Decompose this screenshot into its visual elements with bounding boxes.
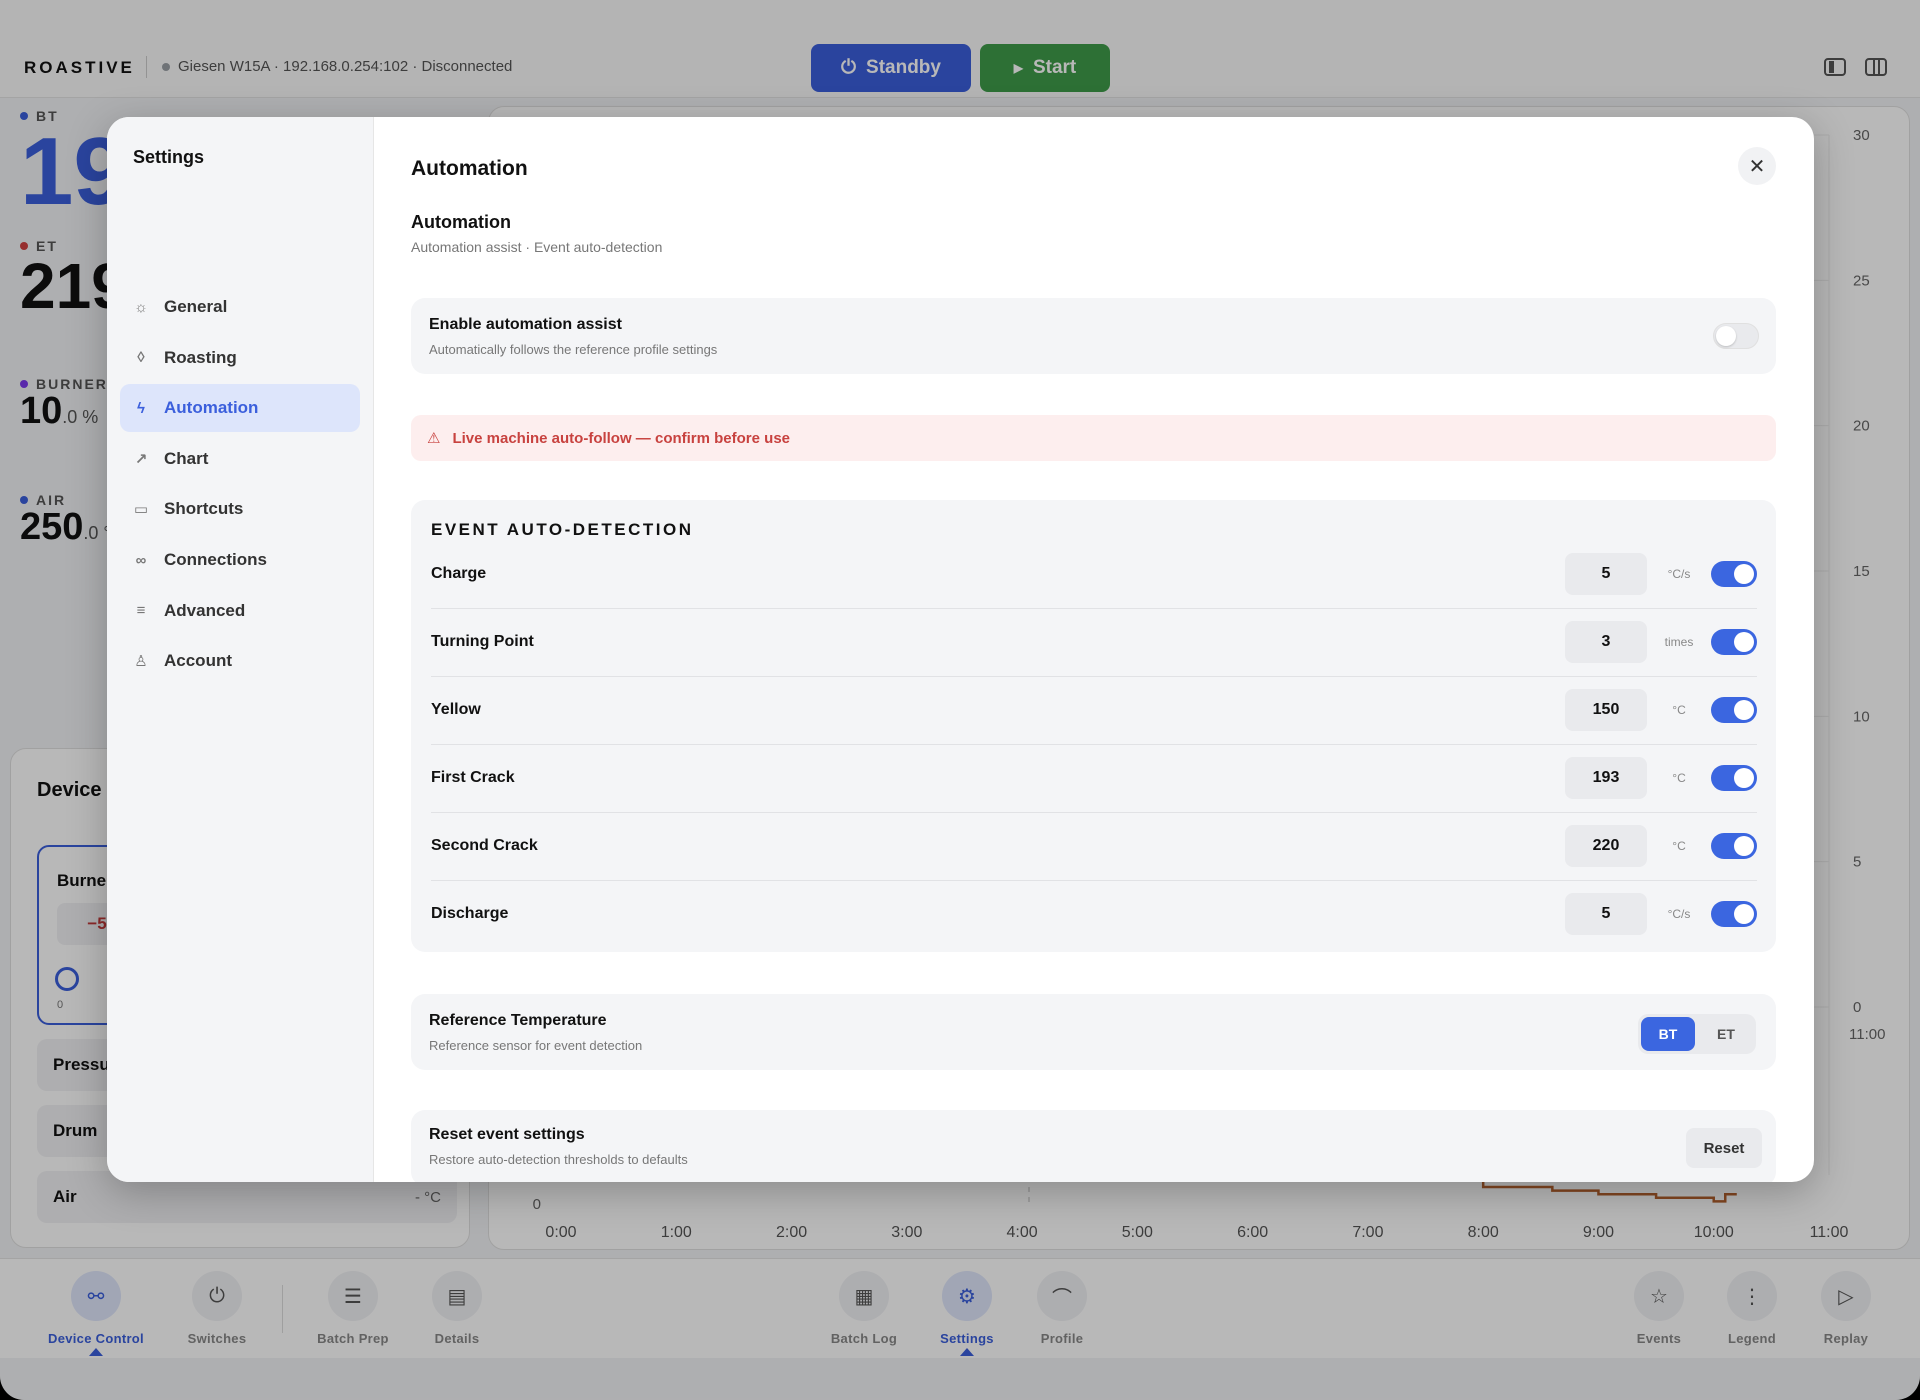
sliders-icon: ≡ — [136, 602, 146, 620]
warning-icon: ⚠ — [427, 430, 441, 447]
page-title: Automation — [411, 157, 528, 180]
event-label: Yellow — [431, 701, 481, 718]
event-row-turning-point: Turning Point times — [431, 609, 1757, 677]
warning-text: Live machine auto-follow — confirm befor… — [452, 429, 791, 447]
event-enable-toggle[interactable] — [1711, 697, 1757, 723]
event-threshold-input[interactable] — [1565, 757, 1647, 799]
event-unit: °C — [1672, 771, 1686, 785]
reference-bt-option[interactable]: BT — [1641, 1017, 1695, 1051]
event-unit: °C/s — [1667, 907, 1691, 921]
event-row-yellow: Yellow °C — [431, 677, 1757, 745]
event-label: Charge — [431, 565, 487, 582]
reference-title: Reference Temperature — [429, 1012, 607, 1029]
roaster-app: ROASTIVE Giesen W15A · 192.168.0.254:102… — [0, 0, 1920, 1400]
close-icon: ✕ — [1748, 155, 1766, 178]
event-label: Discharge — [431, 905, 509, 922]
automation-assist-toggle[interactable] — [1713, 323, 1759, 349]
event-threshold-input[interactable] — [1565, 621, 1647, 663]
settings-content: Automation ✕ Automation Automation assis… — [374, 117, 1814, 1182]
assist-title: Enable automation assist — [429, 316, 622, 333]
event-enable-toggle[interactable] — [1711, 765, 1757, 791]
event-label: First Crack — [431, 769, 515, 786]
event-threshold-input[interactable] — [1565, 689, 1647, 731]
sidebar-item-label: Advanced — [164, 600, 246, 620]
event-unit: °C — [1672, 839, 1686, 853]
sidebar-item-roasting[interactable]: ◊ Roasting — [120, 334, 360, 382]
event-threshold-input[interactable] — [1565, 825, 1647, 867]
assist-subtitle: Automatically follows the reference prof… — [429, 342, 718, 357]
event-label: Second Crack — [431, 837, 538, 854]
reset-title: Reset event settings — [429, 1126, 585, 1143]
event-threshold-input[interactable] — [1565, 893, 1647, 935]
sidebar-item-label: Roasting — [164, 347, 237, 367]
sun-icon: ☼ — [134, 298, 148, 316]
event-row-second-crack: Second Crack °C — [431, 813, 1757, 881]
user-icon: ♙ — [134, 653, 148, 671]
event-unit: times — [1664, 635, 1694, 649]
sidebar-item-general[interactable]: ☼ General — [120, 283, 360, 331]
sidebar-item-label: Account — [164, 651, 232, 671]
settings-title: Settings — [133, 147, 205, 167]
settings-modal: Settings ☼ General ◊ Roasting ϟ Automation ↗ Ch… — [107, 117, 1814, 1182]
event-row-charge: Charge °C/s — [431, 541, 1757, 609]
event-enable-toggle[interactable] — [1711, 833, 1757, 859]
event-row-first-crack: First Crack °C — [431, 745, 1757, 813]
sidebar-item-automation[interactable]: ϟ Automation — [120, 384, 360, 433]
trend-icon: ↗ — [134, 450, 148, 468]
event-enable-toggle[interactable] — [1711, 901, 1757, 927]
event-row-discharge: Discharge °C/s — [431, 881, 1757, 949]
event-auto-detection-card: EVENT AUTO-DETECTION Charge °C/s Turning P… — [411, 500, 1776, 952]
event-threshold-input[interactable] — [1565, 553, 1647, 595]
link-icon: ∞ — [135, 551, 147, 569]
event-enable-toggle[interactable] — [1711, 629, 1757, 655]
section-title: Automation — [411, 212, 511, 232]
sidebar-item-label: Chart — [164, 448, 209, 468]
sidebar-item-account[interactable]: ♙ Account — [120, 637, 360, 685]
sidebar-item-label: Shortcuts — [164, 499, 244, 519]
event-unit: °C/s — [1667, 567, 1691, 581]
section-subtitle: Automation assist · Event auto-detection — [411, 239, 663, 255]
keyboard-icon: ▭ — [133, 501, 149, 519]
reference-subtitle: Reference sensor for event detection — [429, 1038, 643, 1053]
sidebar-item-label: General — [164, 297, 228, 316]
reference-sensor-toggle: BT ET — [1638, 1014, 1756, 1054]
event-label: Turning Point — [431, 633, 534, 650]
settings-sidebar: Settings ☼ General ◊ Roasting ϟ Automation ↗ Ch… — [107, 117, 374, 1182]
reset-subtitle: Restore auto-detection thresholds to def… — [429, 1152, 688, 1167]
bolt-icon: ϟ — [137, 399, 145, 417]
sidebar-item-advanced[interactable]: ≡ Advanced — [120, 587, 360, 635]
reset-button[interactable]: Reset — [1686, 1128, 1762, 1168]
sidebar-item-label: Connections — [164, 550, 267, 569]
event-detection-title: EVENT AUTO-DETECTION — [431, 520, 694, 539]
event-enable-toggle[interactable] — [1711, 561, 1757, 587]
sidebar-item-shortcuts[interactable]: ▭ Shortcuts — [120, 485, 360, 533]
sidebar-item-label: Automation — [164, 398, 259, 418]
reset-card: Reset event settings Restore auto-detect… — [411, 1110, 1776, 1182]
event-unit: °C — [1672, 703, 1686, 717]
drop-icon: ◊ — [137, 349, 145, 367]
close-button[interactable]: ✕ — [1738, 147, 1776, 185]
warning-banner: ⚠ Live machine auto-follow — confirm bef… — [411, 415, 1776, 461]
sidebar-item-connections[interactable]: ∞ Connections — [120, 536, 360, 584]
reference-et-option[interactable]: ET — [1699, 1017, 1753, 1051]
sidebar-item-chart[interactable]: ↗ Chart — [120, 435, 360, 483]
automation-assist-card: Enable automation assist Automatically f… — [411, 298, 1776, 374]
reference-temperature-card: Reference Temperature Reference sensor f… — [411, 994, 1776, 1070]
